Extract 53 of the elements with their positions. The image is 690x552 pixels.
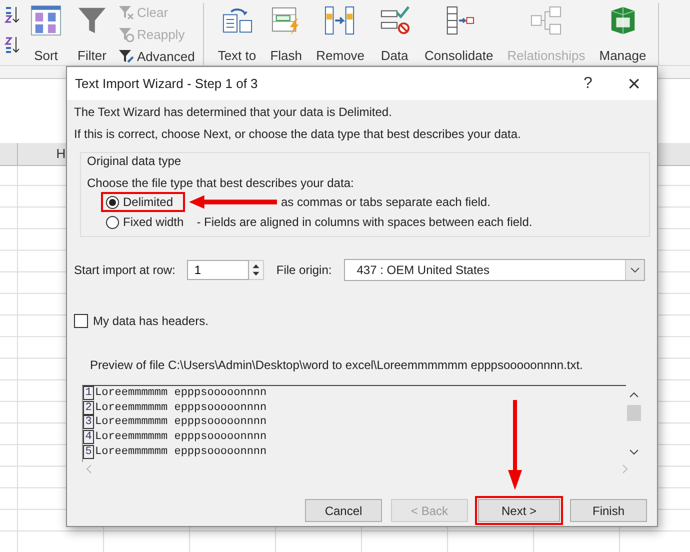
field-label: File origin: <box>276 263 332 277</box>
scroll-down-icon[interactable] <box>629 448 639 456</box>
intro-text: If this is correct, choose Next, or choose the data type that best describes your data. <box>74 128 522 141</box>
spinner-icon[interactable] <box>249 260 264 280</box>
preview-line: Loreemmmmmm epppsooooonnnn <box>95 446 267 458</box>
scroll-up-icon[interactable] <box>629 391 639 399</box>
file-origin-dropdown[interactable]: 437 : OEM United States <box>344 259 645 281</box>
dialog-button[interactable]: Next > <box>478 499 560 522</box>
sort-icon <box>30 5 62 36</box>
ribbon-button[interactable]: Data <box>374 3 415 65</box>
ribbon-button[interactable]: Consolidate <box>420 3 498 65</box>
prompt-text: Choose the file type that best describes your data: <box>87 176 355 190</box>
line-number: 1 <box>83 386 94 400</box>
dialog-button[interactable]: Cancel <box>305 499 382 522</box>
field-label: Start import at row: <box>74 263 176 277</box>
headers-checkbox[interactable]: My data has headers. <box>74 314 208 328</box>
radio-option[interactable]: Delimited <box>101 192 185 212</box>
ribbon-button[interactable]: Sort <box>26 3 66 65</box>
ribbon-button[interactable]: Advanced <box>118 47 195 65</box>
preview-line: Loreemmmmmm epppsooooonnnn <box>95 416 267 428</box>
window-title: Text Import Wizard - Step 1 of 3 <box>75 76 259 91</box>
sort-ascending-icon[interactable] <box>4 5 20 25</box>
relationships-icon <box>530 5 562 36</box>
line-number: 2 <box>83 400 94 415</box>
preview-line: Loreemmmmmm epppsooooonnnn <box>95 431 267 444</box>
ribbon-button[interactable]: Manage <box>595 3 650 65</box>
option-description: as commas or tabs separate each field. <box>281 195 490 209</box>
option-description: - Fields are aligned in columns with spaces between each field. <box>196 215 532 229</box>
close-button[interactable]: × <box>611 68 657 98</box>
ribbon-button[interactable]: Filter <box>72 3 112 65</box>
ribbon-button[interactable]: Text to <box>214 3 260 65</box>
radio-option[interactable]: Fixed width <box>101 212 189 232</box>
intro-text: The Text Wizard has determined that your data is Delimited. <box>74 106 393 119</box>
preview-line: Loreemmmmmm epppsooooonnnn <box>95 402 267 414</box>
clear-filter-icon <box>118 4 134 20</box>
ribbon-button[interactable]: Remove <box>312 3 369 65</box>
preview-line: Loreemmmmmm epppsooooonnnn <box>95 387 267 400</box>
group-title: Original data type <box>85 154 184 168</box>
sort-descending-icon[interactable] <box>4 35 20 55</box>
dropdown-caret-icon[interactable] <box>625 260 644 280</box>
dialog-button[interactable]: Finish <box>570 499 647 522</box>
line-number: 3 <box>83 415 94 430</box>
line-number: 4 <box>83 430 94 444</box>
ribbon-button[interactable]: Flash <box>266 3 306 65</box>
validation-icon <box>378 5 411 36</box>
filter-icon <box>76 5 108 36</box>
line-number: 5 <box>83 444 94 459</box>
reapply-filter-icon <box>118 26 134 42</box>
help-button[interactable]: ? <box>565 68 611 98</box>
start-row-field[interactable]: 1 <box>187 260 250 280</box>
advanced-filter-icon <box>118 48 134 64</box>
preview-label: Preview of file C:\Users\Admin\Desktop\word to excel\Loreemmmmmm epppsooooonnnn.txt. <box>90 358 584 372</box>
columns-arrow-icon <box>324 5 356 36</box>
